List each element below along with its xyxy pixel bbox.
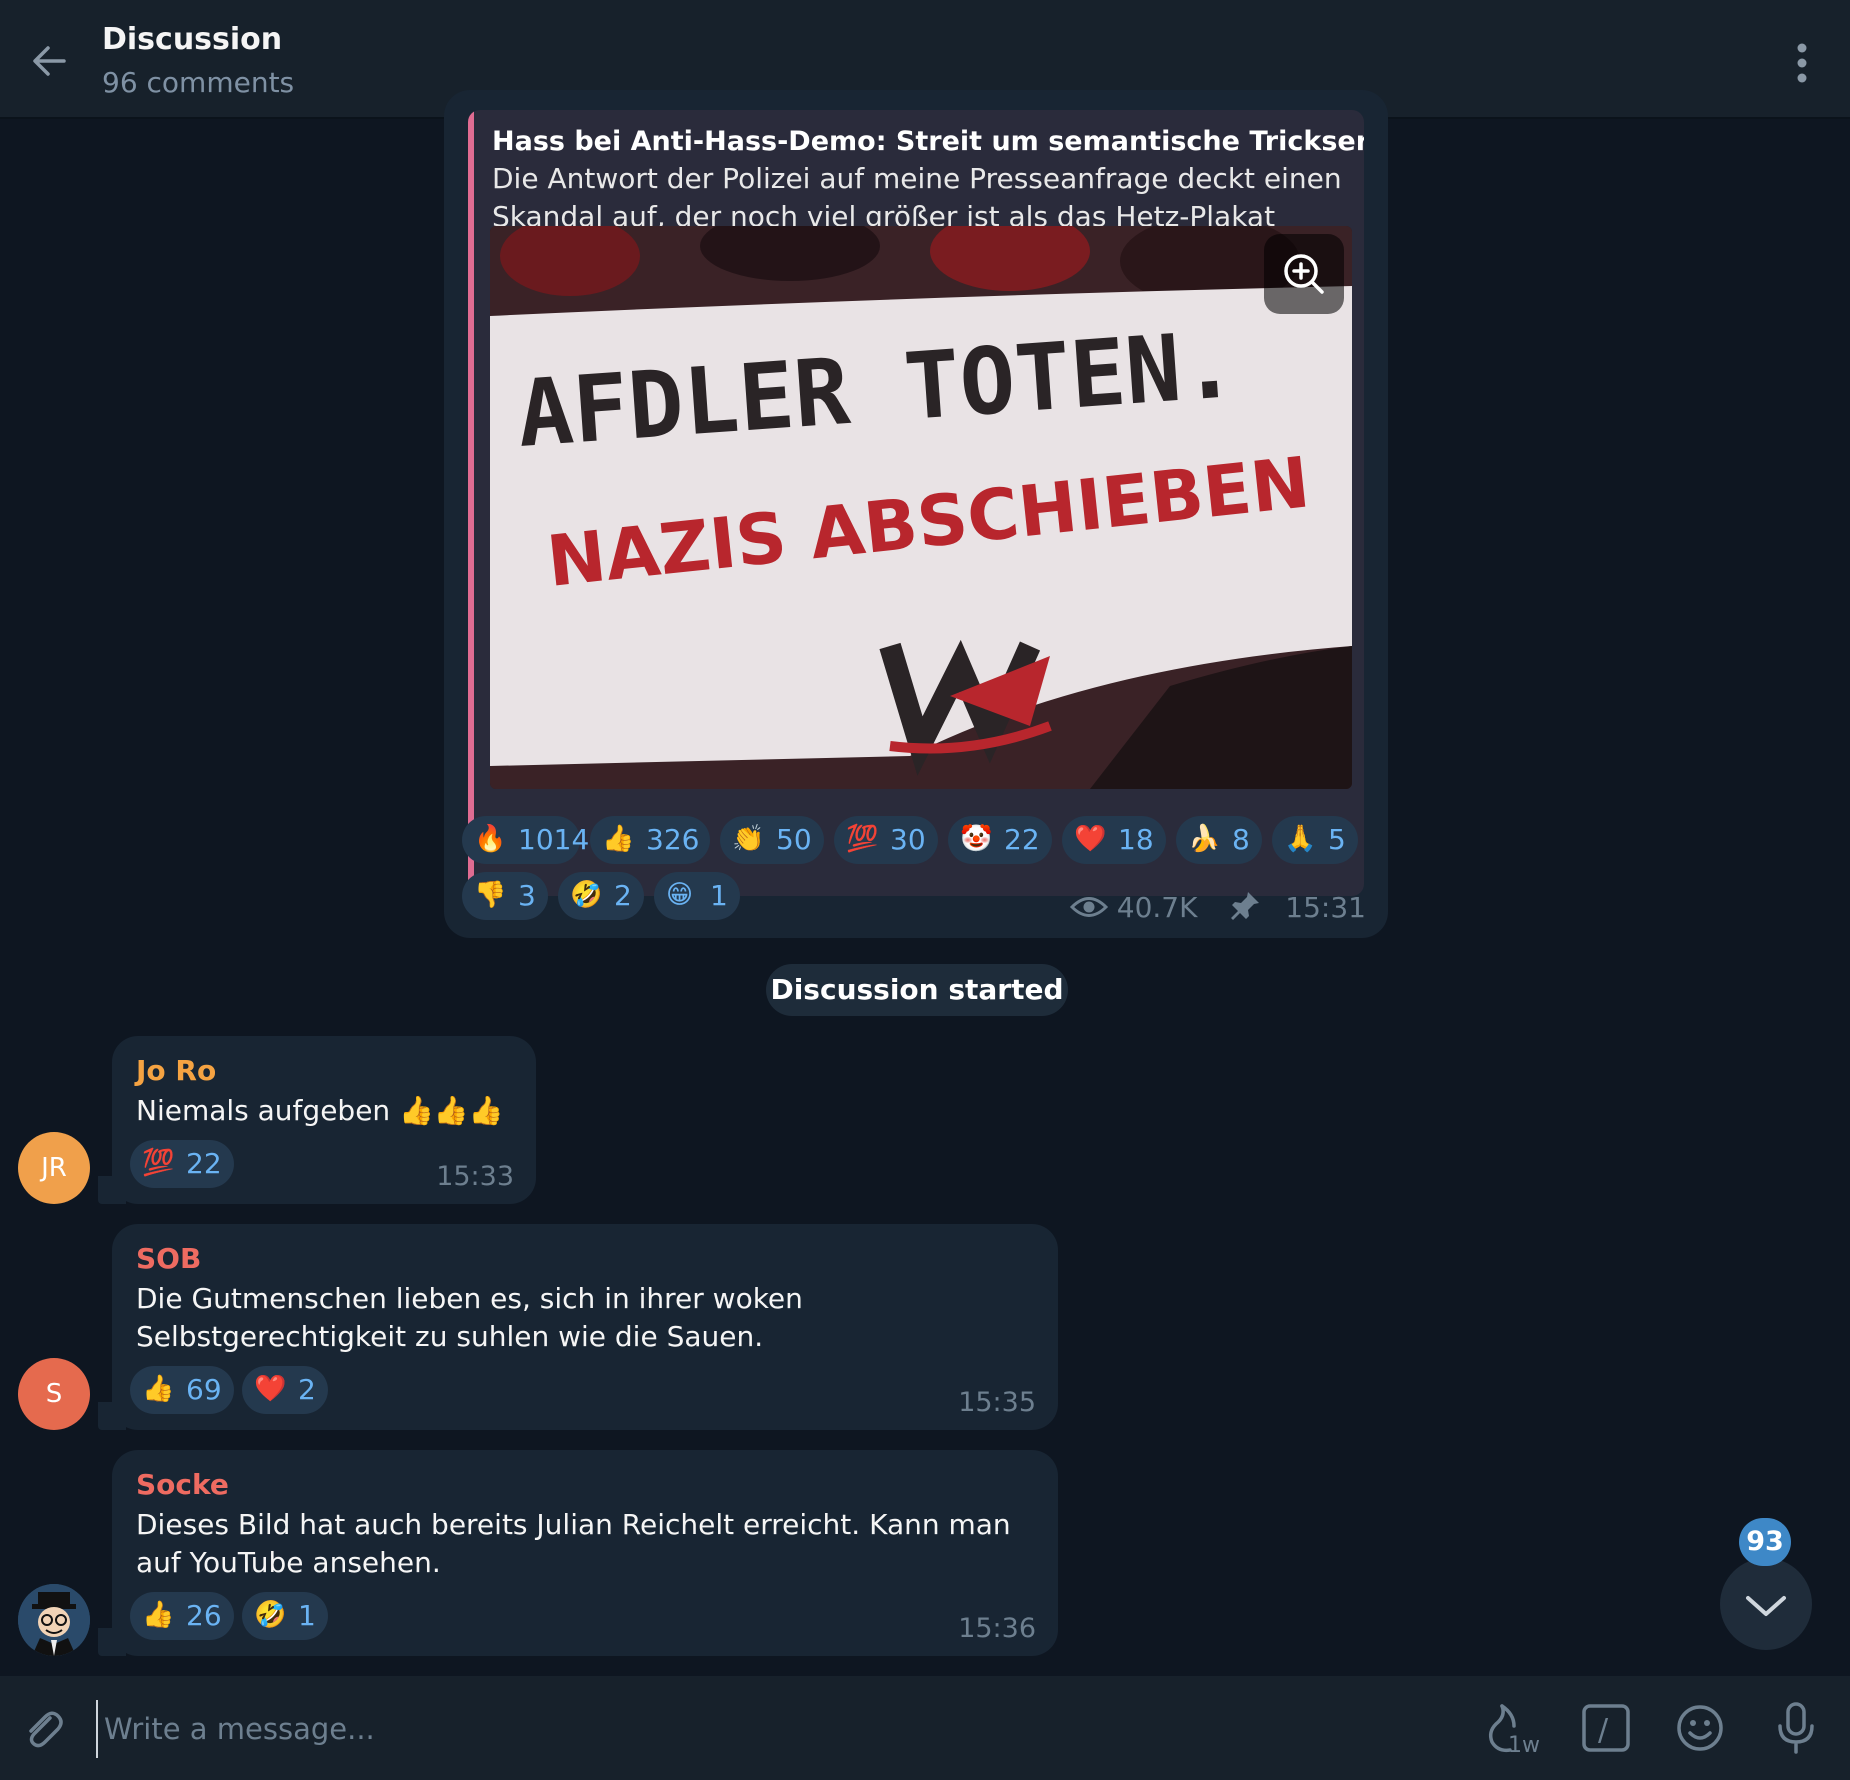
- eye-icon: [1069, 897, 1108, 917]
- self-destruct-timer-icon[interactable]: 1w: [1480, 1700, 1540, 1758]
- bubble-tail: [98, 1402, 126, 1430]
- reaction-thumbs-down[interactable]: 👎 3: [462, 872, 548, 920]
- comment-author[interactable]: Jo Ro: [136, 1054, 216, 1087]
- reaction-heart[interactable]: ❤️ 2: [242, 1366, 328, 1414]
- comment-time: 15:33: [436, 1161, 514, 1192]
- reaction-thumbs-up[interactable]: 👍 26: [130, 1592, 234, 1640]
- reaction-hundred[interactable]: 💯 22: [130, 1140, 234, 1188]
- zoom-in-icon[interactable]: [1264, 234, 1344, 314]
- message-input[interactable]: [96, 1700, 1406, 1758]
- cartoon-avatar-icon: [18, 1584, 90, 1656]
- unread-badge: 93: [1739, 1518, 1791, 1566]
- reaction-clap[interactable]: 👏 50: [720, 816, 824, 864]
- chevron-down-icon: [1746, 1596, 1786, 1616]
- comment-bubble: Jo Ro Niemals aufgeben 👍👍👍 💯 22 15:33: [98, 1036, 536, 1204]
- bot-commands-icon[interactable]: /: [1578, 1700, 1634, 1756]
- svg-text:/: /: [1598, 1713, 1609, 1748]
- post-time: 15:31: [1285, 891, 1366, 924]
- svg-text:1w: 1w: [1508, 1733, 1540, 1758]
- reaction-clown[interactable]: 🤡 22: [948, 816, 1052, 864]
- comment-bubble: Socke Dieses Bild hat auch bereits Julia…: [98, 1450, 1058, 1656]
- microphone-icon[interactable]: [1768, 1700, 1824, 1756]
- discussion-started-label: Discussion started: [766, 964, 1068, 1016]
- banner-image: AFDLER TOTEN. NAZIS ABSCHIEBEN: [490, 226, 1352, 789]
- channel-post: Hass bei Anti-Hass-Demo: Streit um seman…: [444, 90, 1388, 938]
- comment-author[interactable]: Socke: [136, 1468, 229, 1501]
- pin-icon: [1231, 892, 1260, 920]
- comment-author[interactable]: SOB: [136, 1242, 201, 1275]
- quote-title: Hass bei Anti-Hass-Demo: Streit um seman…: [492, 126, 1364, 157]
- reaction-heart[interactable]: ❤️ 18: [1062, 816, 1166, 864]
- back-arrow-icon[interactable]: [24, 36, 74, 86]
- avatar[interactable]: JR: [18, 1132, 90, 1204]
- post-photo[interactable]: AFDLER TOTEN. NAZIS ABSCHIEBEN: [490, 226, 1352, 789]
- comment-bubble: SOB Die Gutmenschen lieben es, sich in i…: [98, 1224, 1058, 1430]
- comment-text: Die Gutmenschen lieben es, sich in ihrer…: [136, 1282, 803, 1353]
- bubble-tail: [98, 1628, 126, 1656]
- reaction-grin[interactable]: 😁 1: [654, 872, 740, 920]
- reaction-fire[interactable]: 🔥 1014: [462, 816, 589, 864]
- reaction-pray[interactable]: 🙏 5: [1272, 816, 1358, 864]
- reaction-rofl[interactable]: 🤣 2: [558, 872, 644, 920]
- avatar[interactable]: S: [18, 1358, 90, 1430]
- reaction-thumbs-up[interactable]: 👍 69: [130, 1366, 234, 1414]
- page-title: Discussion: [102, 22, 283, 57]
- comment-count: 96 comments: [102, 66, 295, 99]
- scroll-down-button[interactable]: [1720, 1558, 1812, 1650]
- more-options-icon[interactable]: [1782, 40, 1822, 86]
- reaction-thumbs-up[interactable]: 👍 326: [590, 816, 710, 864]
- reaction-rofl[interactable]: 🤣 1: [242, 1592, 328, 1640]
- bubble-tail: [98, 1176, 126, 1204]
- avatar[interactable]: [18, 1584, 90, 1656]
- quote-accent-bar: [468, 110, 474, 896]
- comment-text: Niemals aufgeben 👍👍👍: [136, 1094, 504, 1127]
- paperclip-icon[interactable]: [18, 1704, 68, 1754]
- view-count: 40.7K: [1116, 891, 1198, 924]
- reaction-hundred[interactable]: 💯 30: [834, 816, 938, 864]
- emoji-icon[interactable]: [1672, 1700, 1728, 1756]
- reaction-banana[interactable]: 🍌 8: [1176, 816, 1262, 864]
- comment-time: 15:36: [958, 1613, 1036, 1644]
- post-meta: 40.7K 15:31: [1069, 889, 1366, 924]
- comment-time: 15:35: [958, 1387, 1036, 1418]
- message-composer: 1w /: [0, 1676, 1850, 1780]
- comment-text: Dieses Bild hat auch bereits Julian Reic…: [136, 1508, 1011, 1579]
